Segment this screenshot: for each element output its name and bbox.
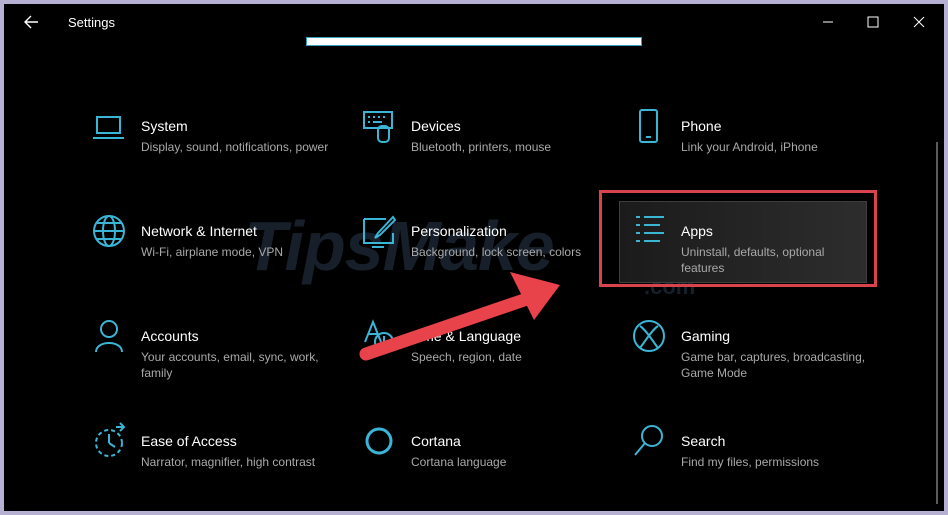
tile-name: Accounts [141,328,199,344]
tile-network-internet[interactable]: Network & Internet Wi-Fi, airplane mode,… [92,213,352,297]
tile-name: Devices [411,118,461,134]
tile-description: Find my files, permissions [681,455,820,469]
person-icon [92,318,126,354]
tile-ease-of-access[interactable]: Ease of Access Narrator, magnifier, high… [92,422,352,507]
tile-phone[interactable]: Phone Link your Android, iPhone [632,108,892,192]
tile-description: Game bar, captures, broadcasting, Game M… [681,350,866,380]
tile-description: Bluetooth, printers, mouse [411,140,552,154]
apps-highlight-box [599,190,877,287]
minimize-button[interactable] [813,10,843,34]
tile-name: Cortana [411,433,461,449]
tile-name: Search [681,433,726,449]
tile-accounts[interactable]: Accounts Your accounts, email, sync, wor… [92,318,352,402]
tile-name: System [141,118,188,134]
back-button[interactable] [20,11,44,33]
tile-time-language[interactable]: Time & Language Speech, region, date [362,318,622,402]
laptop-icon [92,108,126,144]
settings-window: Settings TipsMake .com System Display, s… [4,4,944,511]
ease-of-access-icon [92,422,126,459]
tile-gaming[interactable]: Gaming Game bar, captures, broadcasting,… [632,318,892,402]
tile-name: Network & Internet [141,223,257,239]
tile-description: Link your Android, iPhone [681,140,818,154]
tile-description: Display, sound, notifications, power [141,140,329,154]
tile-name: Ease of Access [141,433,237,449]
window-title: Settings [68,15,115,30]
close-button[interactable] [904,10,934,34]
maximize-button[interactable] [858,10,888,34]
minimize-icon [823,21,833,23]
tile-description: Background, lock screen, colors [411,245,582,259]
back-arrow-icon [24,15,38,29]
scrollbar[interactable] [936,142,938,504]
search-icon [632,423,666,459]
tile-system[interactable]: System Display, sound, notifications, po… [92,108,352,192]
cortana-icon [362,423,396,459]
tile-name: Personalization [411,223,507,239]
tile-name: Time & Language [411,328,521,344]
tile-description: Narrator, magnifier, high contrast [141,455,316,469]
close-icon [913,16,925,28]
tile-name: Gaming [681,328,731,344]
tile-personalization[interactable]: Personalization Background, lock screen,… [362,213,622,297]
tile-description: Your accounts, email, sync, work, family [141,350,319,380]
title-bar: Settings [4,4,944,40]
tile-devices[interactable]: Devices Bluetooth, printers, mouse [362,108,622,192]
globe-icon [92,213,126,249]
time-language-icon [362,318,396,354]
maximize-icon [867,16,879,28]
keyboard-icon [362,108,396,144]
tile-description: Speech, region, date [411,350,522,364]
xbox-icon [632,318,666,354]
phone-icon [632,108,666,144]
search-settings-input[interactable] [306,37,642,46]
tile-description: Cortana language [411,455,507,469]
tile-name: Phone [681,118,722,134]
tile-cortana[interactable]: Cortana Cortana language [362,423,622,507]
tile-description: Wi-Fi, airplane mode, VPN [141,245,284,259]
tile-search[interactable]: Search Find my files, permissions [632,423,892,507]
paint-brush-icon [362,213,397,249]
